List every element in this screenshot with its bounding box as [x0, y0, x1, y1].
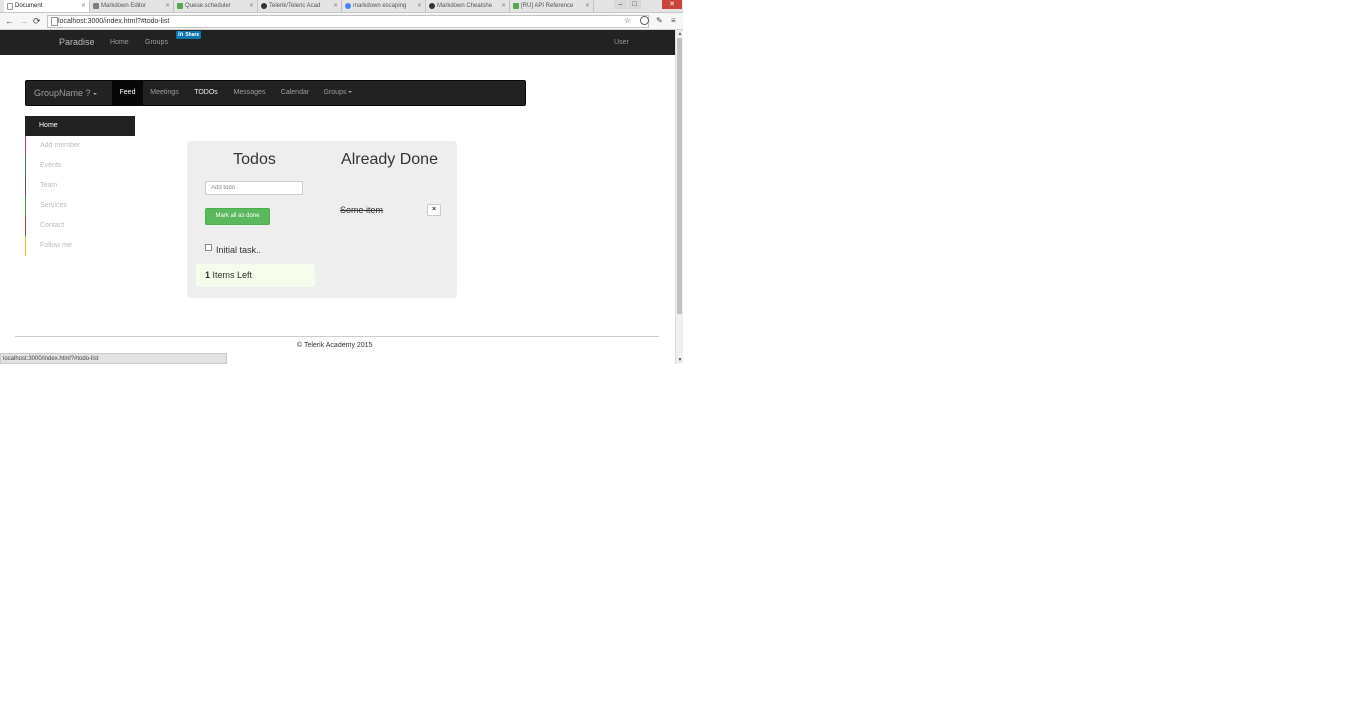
tab-close-icon[interactable]: ✕ — [249, 0, 254, 12]
tab-4[interactable]: markdown escaping ✕ — [342, 0, 426, 12]
linkedin-share-button[interactable]: in Share — [176, 31, 202, 39]
tab-close-icon[interactable]: ✕ — [81, 0, 86, 12]
tab-6[interactable]: [RU] API Reference ✕ — [510, 0, 594, 12]
top-navbar: Paradise Home Groups in Share User — [0, 30, 675, 55]
group-navbar: GroupName ? Feed Meetings TODOs Messages… — [25, 80, 526, 106]
group-name-label: GroupName ? — [34, 88, 91, 98]
todo-item: Initial task.. — [205, 244, 261, 255]
tab-0[interactable]: Document ✕ — [4, 0, 90, 12]
scroll-down-icon[interactable]: ▼ — [676, 356, 683, 364]
sidebar-item-events[interactable]: Events — [25, 156, 135, 176]
sidebar-item-team[interactable]: Team — [25, 176, 135, 196]
tab-label: Document — [15, 3, 43, 9]
tab-close-icon[interactable]: ✕ — [333, 0, 338, 12]
todos-heading: Todos — [233, 151, 276, 168]
linkedin-icon: in — [178, 32, 184, 38]
tab-calendar[interactable]: Calendar — [275, 81, 315, 105]
sidebar-item-home[interactable]: Home — [25, 116, 135, 136]
footer-copyright: © Telerik Academy 2015 — [297, 342, 373, 349]
vertical-scrollbar[interactable]: ▲ ▼ — [675, 30, 683, 364]
tab-label: Telerik/Teleric Acad — [269, 3, 321, 9]
already-done-heading: Already Done — [341, 151, 438, 168]
back-icon[interactable]: ← — [5, 15, 14, 27]
delete-done-item-button[interactable]: × — [427, 204, 441, 216]
maximize-button[interactable]: □ — [628, 0, 641, 9]
todo-checkbox[interactable] — [205, 244, 212, 251]
forward-icon[interactable]: → — [19, 15, 28, 27]
tab-1[interactable]: Markdown Editor ✕ — [90, 0, 174, 12]
add-todo-input[interactable] — [205, 181, 303, 195]
tab-groups[interactable]: Groups — [318, 81, 358, 105]
scroll-up-icon[interactable]: ▲ — [676, 30, 683, 38]
status-bubble: localhost:3000/index.html?#todo-list — [0, 353, 227, 364]
extension-icon[interactable] — [640, 16, 649, 25]
tab-feed[interactable]: Feed — [112, 81, 143, 105]
bookmark-star-icon[interactable]: ☆ — [624, 16, 631, 26]
github-icon — [261, 3, 267, 9]
items-left-count: 1 — [205, 270, 211, 280]
nav-groups-link[interactable]: Groups — [145, 30, 168, 55]
chevron-down-icon — [348, 91, 353, 94]
brand-link[interactable]: Paradise — [59, 30, 95, 55]
tab-label: [RU] API Reference — [521, 3, 574, 9]
tab-favicon-icon — [177, 3, 183, 9]
tab-strip: Document ✕ Markdown Editor ✕ Queue.sched… — [0, 0, 683, 13]
tab-3[interactable]: Telerik/Teleric Acad ✕ — [258, 0, 342, 12]
browser-window: Document ✕ Markdown Editor ✕ Queue.sched… — [0, 0, 683, 364]
sidebar-item-follow-me[interactable]: Follow me — [25, 236, 135, 256]
url-bar[interactable]: localhost:3000/index.html?#todo-list — [47, 15, 649, 28]
tab-favicon-icon — [513, 3, 519, 9]
mark-all-done-button[interactable]: Mark all as done — [205, 208, 270, 225]
github-icon — [429, 3, 435, 9]
share-label: Share — [185, 32, 200, 38]
tab-label: Queue.scheduler — [185, 3, 231, 9]
tab-close-icon[interactable]: ✕ — [417, 0, 422, 12]
tab-todos[interactable]: TODOs — [188, 81, 224, 105]
reload-icon[interactable]: ⟳ — [33, 15, 41, 27]
done-item-label: Some item — [340, 205, 384, 215]
tab-close-icon[interactable]: ✕ — [165, 0, 170, 12]
footer-divider — [15, 336, 659, 337]
menu-icon[interactable]: ≡ — [671, 16, 676, 26]
sidebar-item-contact[interactable]: Contact — [25, 216, 135, 236]
scroll-thumb[interactable] — [677, 38, 682, 314]
address-toolbar: ← → ⟳ localhost:3000/index.html?#todo-li… — [0, 13, 683, 30]
todo-panel: Todos Already Done Mark all as done Init… — [187, 141, 457, 298]
nav-home-link[interactable]: Home — [110, 30, 129, 55]
tab-meetings[interactable]: Meetings — [144, 81, 185, 105]
tab-label: Markdown Editor — [101, 3, 147, 9]
tab-favicon-icon — [7, 3, 13, 10]
tab-5[interactable]: Markdown Cheatshe ✕ — [426, 0, 510, 12]
google-icon — [345, 3, 351, 9]
minimize-button[interactable]: – — [614, 0, 627, 9]
tab-messages[interactable]: Messages — [228, 81, 271, 105]
pencil-icon[interactable]: ✎ — [656, 16, 663, 26]
tab-groups-label: Groups — [323, 89, 347, 96]
group-name-dropdown[interactable]: GroupName ? — [34, 81, 97, 105]
tab-label: Markdown Cheatshe — [437, 3, 493, 9]
page-icon — [51, 17, 58, 26]
tab-close-icon[interactable]: ✕ — [501, 0, 506, 12]
todo-item-label: Initial task.. — [216, 245, 262, 255]
chevron-down-icon — [92, 92, 97, 95]
tab-close-icon[interactable]: ✕ — [585, 0, 590, 12]
tab-label: markdown escaping — [353, 3, 407, 9]
items-left-counter: 1 Items Left — [196, 264, 315, 287]
tab-2[interactable]: Queue.scheduler ✕ — [174, 0, 258, 12]
user-link[interactable]: User — [614, 30, 629, 55]
window-close-button[interactable]: ✕ — [662, 0, 682, 9]
tab-favicon-icon — [93, 3, 99, 9]
sidebar-item-add-member[interactable]: Add member — [25, 136, 135, 156]
sidebar: Home Add member Events Team Services Con… — [25, 116, 135, 256]
page-viewport: Paradise Home Groups in Share User GroupN… — [0, 30, 675, 364]
items-left-label: Items Left — [212, 270, 253, 280]
sidebar-item-services[interactable]: Services — [25, 196, 135, 216]
